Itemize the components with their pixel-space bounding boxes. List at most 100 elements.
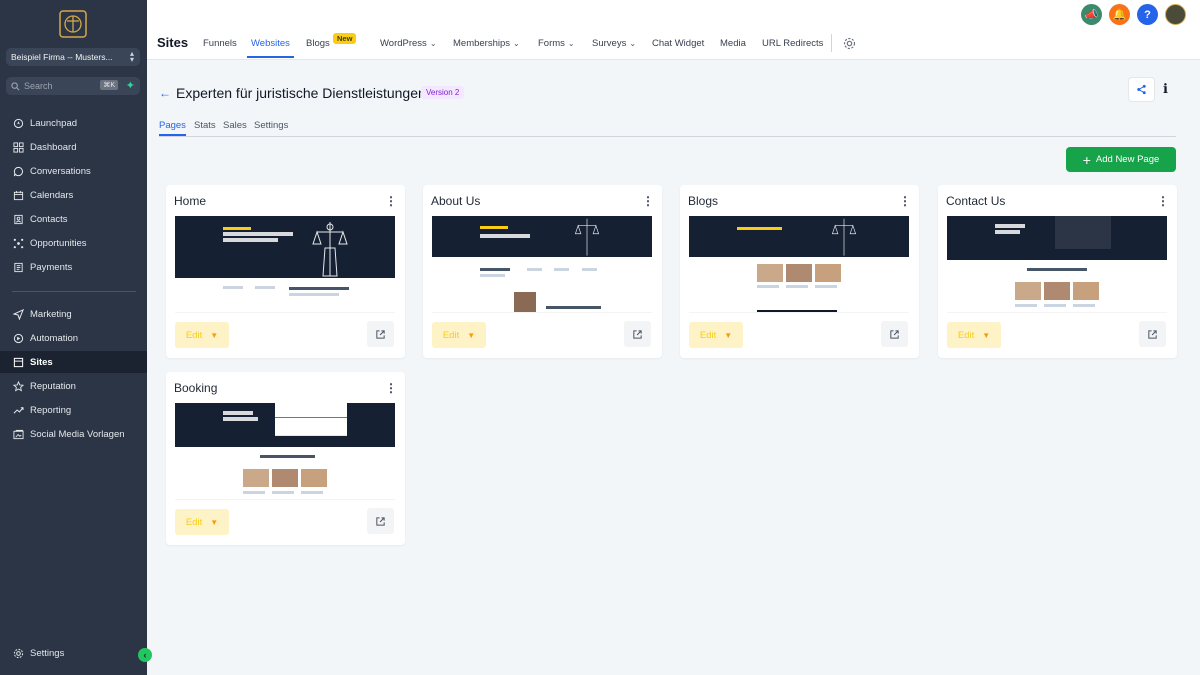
- info-icon[interactable]: ℹ: [1163, 82, 1168, 97]
- open-external-button[interactable]: [1139, 321, 1166, 347]
- open-external-button[interactable]: [367, 321, 394, 347]
- subtab-settings[interactable]: Settings: [254, 120, 288, 131]
- page-thumbnail[interactable]: [175, 216, 395, 313]
- more-options-icon[interactable]: ⋮: [385, 381, 397, 395]
- thumbnail-text: [255, 286, 275, 289]
- chevron-down-icon: ▼: [724, 330, 733, 340]
- user-avatar[interactable]: [1165, 4, 1186, 25]
- more-options-icon[interactable]: ⋮: [642, 194, 654, 208]
- tab-media[interactable]: Media: [720, 38, 746, 49]
- announcements-button[interactable]: 📣: [1081, 4, 1102, 25]
- thumbnail-heading: [995, 230, 1020, 234]
- sidebar-item-settings[interactable]: Settings: [0, 642, 147, 664]
- tab-label: Surveys: [592, 38, 627, 49]
- edit-button[interactable]: Edit ▼: [689, 322, 743, 348]
- thumbnail-text: [815, 285, 837, 288]
- sidebar-item-automation[interactable]: Automation: [0, 327, 147, 349]
- subtab-pages[interactable]: Pages: [159, 120, 186, 131]
- sidebar-item-contacts[interactable]: Contacts: [0, 208, 147, 230]
- sparkle-icon[interactable]: ✦: [126, 79, 135, 92]
- tab-label: Memberships: [453, 38, 511, 49]
- back-arrow-icon[interactable]: ←: [159, 86, 171, 100]
- open-external-button[interactable]: [367, 508, 394, 534]
- sidebar-item-dashboard[interactable]: Dashboard: [0, 136, 147, 158]
- chevron-down-icon: ⌄: [429, 39, 437, 48]
- thumbnail-heading: [480, 234, 530, 238]
- sidebar-item-marketing[interactable]: Marketing: [0, 303, 147, 325]
- open-external-button[interactable]: [881, 321, 908, 347]
- more-options-icon[interactable]: ⋮: [1157, 194, 1169, 208]
- sidebar-item-social-media[interactable]: Social Media Vorlagen: [0, 423, 147, 445]
- chevron-down-icon: ⌄: [629, 39, 637, 48]
- thumbnail-text: [786, 285, 808, 288]
- edit-button[interactable]: Edit ▼: [947, 322, 1001, 348]
- tab-forms[interactable]: Forms ⌄: [538, 38, 575, 49]
- thumbnail-heading: [223, 417, 258, 421]
- tab-label: WordPress: [380, 38, 427, 49]
- version-badge: Version 2: [421, 86, 465, 99]
- edit-button[interactable]: Edit ▼: [175, 509, 229, 535]
- sidebar-item-reputation[interactable]: Reputation: [0, 375, 147, 397]
- notifications-button[interactable]: 🔔: [1109, 4, 1130, 25]
- tab-chat-widget[interactable]: Chat Widget: [652, 38, 704, 49]
- tab-wordpress[interactable]: WordPress ⌄: [380, 38, 437, 49]
- sidebar-item-sites[interactable]: Sites: [0, 351, 147, 373]
- page-card-about-us[interactable]: About Us ⋮ Edit ▼: [423, 185, 662, 358]
- sidebar-item-label: Contacts: [30, 213, 68, 225]
- tab-blogs[interactable]: Blogs: [306, 38, 330, 49]
- thumbnail-text: [1044, 304, 1066, 307]
- social-icon: [12, 428, 24, 440]
- subtab-sales[interactable]: Sales: [223, 120, 247, 131]
- page-card-booking[interactable]: Booking ⋮ Edit ▼: [166, 372, 405, 545]
- page-thumbnail[interactable]: [175, 403, 395, 500]
- sidebar-item-label: Opportunities: [30, 237, 87, 249]
- thumbnail-text: [527, 268, 542, 271]
- sidebar-item-opportunities[interactable]: Opportunities: [0, 232, 147, 254]
- thumbnail-text: [1027, 268, 1087, 271]
- sidebar-item-launchpad[interactable]: Launchpad: [0, 112, 147, 134]
- thumbnail-accent: [223, 227, 251, 230]
- open-external-button[interactable]: [624, 321, 651, 347]
- sidebar-item-calendars[interactable]: Calendars: [0, 184, 147, 206]
- external-link-icon: [376, 329, 385, 339]
- sidebar-item-label: Reputation: [30, 380, 76, 392]
- settings-gear-icon[interactable]: [843, 37, 856, 50]
- page-thumbnail[interactable]: [689, 216, 909, 313]
- thumbnail-calendar-widget: [275, 403, 347, 436]
- subtab-stats[interactable]: Stats: [194, 120, 216, 131]
- megaphone-icon: 📣: [1084, 9, 1099, 21]
- contacts-icon: [12, 213, 24, 225]
- collapse-sidebar-button[interactable]: ‹: [138, 648, 152, 662]
- more-options-icon[interactable]: ⋮: [385, 194, 397, 208]
- new-badge: New: [333, 33, 357, 44]
- tab-surveys[interactable]: Surveys ⌄: [592, 38, 636, 49]
- page-card-home[interactable]: Home ⋮ Edit ▼: [166, 185, 405, 358]
- search-box[interactable]: Search ⌘K ✦: [6, 77, 140, 95]
- tab-memberships[interactable]: Memberships ⌄: [453, 38, 520, 49]
- page-card-contact-us[interactable]: Contact Us ⋮ Edit ▼: [938, 185, 1177, 358]
- company-logo[interactable]: [58, 9, 88, 39]
- page-thumbnail[interactable]: [947, 216, 1167, 313]
- tab-websites[interactable]: Websites: [251, 38, 290, 49]
- sidebar-item-label: Reporting: [30, 404, 72, 416]
- account-switcher[interactable]: Beispiel Firma -- Musters... ▴ ▾: [6, 48, 140, 66]
- tab-url-redirects[interactable]: URL Redirects: [762, 38, 823, 49]
- sidebar-item-payments[interactable]: Payments: [0, 256, 147, 278]
- edit-button[interactable]: Edit ▼: [175, 322, 229, 348]
- search-shortcut: ⌘K: [100, 80, 118, 90]
- external-link-icon: [633, 329, 642, 339]
- more-options-icon[interactable]: ⋮: [899, 194, 911, 208]
- page-card-blogs[interactable]: Blogs ⋮ Edit ▼: [680, 185, 919, 358]
- sidebar-item-conversations[interactable]: Conversations: [0, 160, 147, 182]
- share-button[interactable]: [1128, 77, 1155, 102]
- add-new-page-button[interactable]: + Add New Page: [1066, 147, 1176, 172]
- thumbnail-photo: [1073, 282, 1099, 300]
- sidebar-item-reporting[interactable]: Reporting: [0, 399, 147, 421]
- edit-label: Edit: [699, 329, 717, 341]
- trend-icon: [12, 404, 24, 416]
- edit-button[interactable]: Edit ▼: [432, 322, 486, 348]
- page-thumbnail[interactable]: [432, 216, 652, 313]
- help-button[interactable]: ?: [1137, 4, 1158, 25]
- tab-funnels[interactable]: Funnels: [203, 38, 237, 49]
- thumbnail-photo: [786, 264, 812, 282]
